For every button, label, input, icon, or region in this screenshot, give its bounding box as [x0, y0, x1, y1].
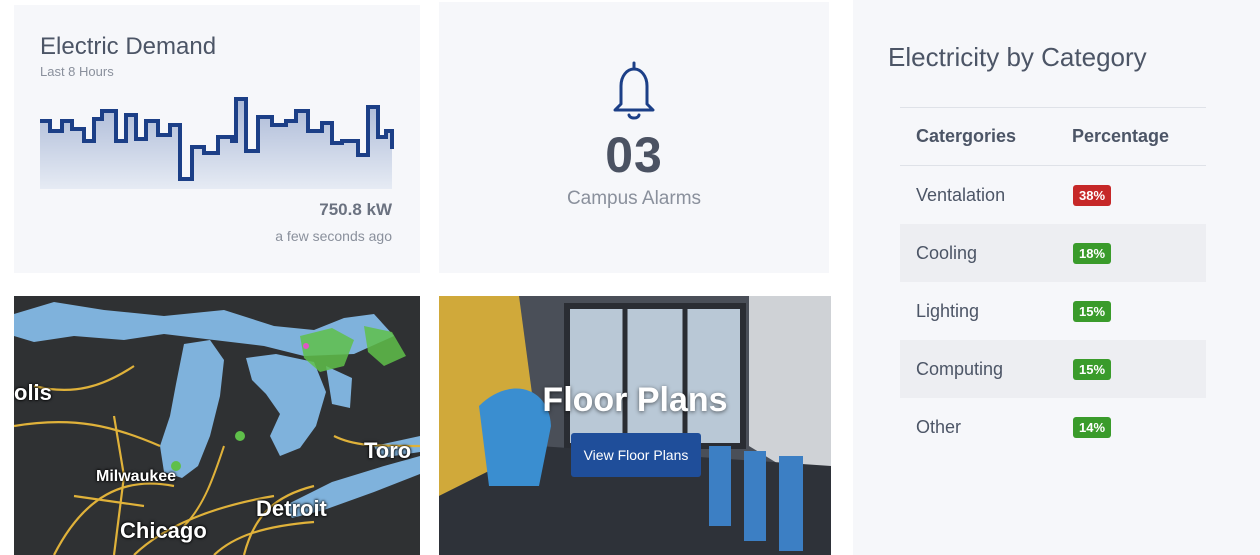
percent-badge: 14%	[1073, 417, 1112, 438]
alarm-label: Campus Alarms	[566, 188, 702, 209]
demand-sparkline	[40, 97, 394, 189]
electric-demand-card: Electric Demand Last 8 Hours 750.8 kW a …	[14, 5, 420, 273]
demand-value: 750.8 kW	[319, 200, 392, 219]
category-name: Ventalation	[916, 184, 1006, 205]
demand-subtitle: Last 8 Hours	[40, 64, 114, 79]
table-header: Catergories Percentage	[900, 108, 1206, 166]
header-percentage: Percentage	[1072, 126, 1170, 146]
bell-icon	[613, 61, 655, 120]
map-label-chicago: Chicago	[120, 518, 207, 543]
floor-plans-title: Floor Plans	[542, 381, 728, 419]
category-name: Other	[916, 416, 962, 437]
demand-title: Electric Demand	[40, 33, 217, 60]
category-title: Electricity by Category	[888, 42, 1147, 72]
percent-badge: 38%	[1073, 185, 1112, 206]
header-categories: Catergories	[916, 126, 1017, 146]
map-graphic	[14, 302, 420, 555]
floor-plans-image	[439, 296, 831, 555]
category-name: Lighting	[916, 300, 980, 321]
electricity-category-card: Electricity by Category Catergories Perc…	[853, 0, 1260, 555]
map-label-detroit: Detroit	[256, 496, 327, 521]
weather-map[interactable]: olis Toro Milwaukee Detroit Chicago	[14, 296, 420, 555]
category-table: Catergories Percentage Ventalation 38% C…	[900, 107, 1206, 456]
alarm-count: 03	[605, 127, 663, 183]
table-row: Other 14%	[900, 398, 1206, 456]
map-label-milwaukee: Milwaukee	[96, 468, 177, 485]
percent-badge: 15%	[1073, 301, 1112, 322]
table-row: Lighting 15%	[900, 282, 1206, 340]
percent-badge: 18%	[1073, 243, 1112, 264]
floor-plans-card: Floor Plans View Floor Plans	[439, 296, 831, 555]
demand-updated: a few seconds ago	[275, 228, 392, 244]
map-label-toronto: Toro	[364, 438, 412, 463]
table-row: Cooling 18%	[900, 224, 1206, 282]
category-name: Computing	[916, 358, 1004, 379]
map-label-minneapolis: olis	[14, 380, 52, 405]
percent-badge: 15%	[1073, 359, 1112, 380]
campus-alarms-card[interactable]: 03 Campus Alarms	[439, 2, 829, 273]
table-row: Computing 15%	[900, 340, 1206, 398]
category-name: Cooling	[916, 242, 978, 263]
table-row: Ventalation 38%	[900, 166, 1206, 224]
view-floor-plans-button[interactable]: View Floor Plans	[571, 433, 701, 477]
